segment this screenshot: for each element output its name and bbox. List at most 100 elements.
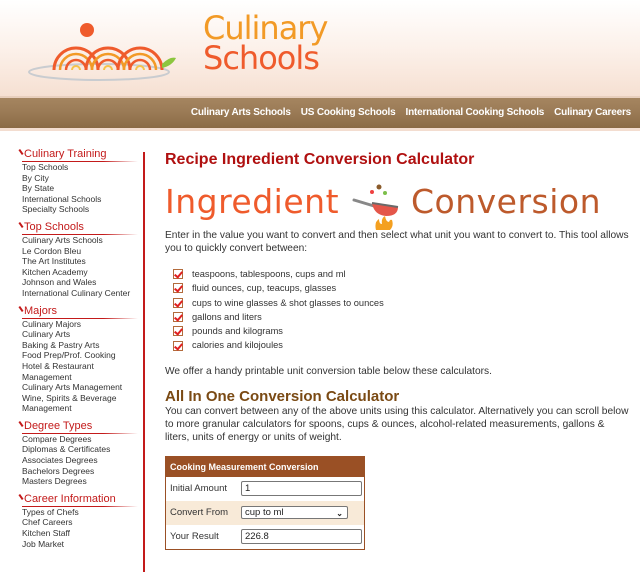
- sidebar-item[interactable]: Bachelors Degrees: [20, 466, 145, 477]
- convert-from-row: Convert From cup to ml ⌄: [166, 500, 364, 525]
- checkbox-icon: [173, 297, 183, 308]
- list-item: cups to wine glasses & shot glasses to o…: [173, 296, 630, 310]
- list-item-text: pounds and kilograms: [192, 326, 283, 337]
- sidebar-heading[interactable]: Top Schools: [20, 221, 145, 235]
- nav-link-international-cooking-schools[interactable]: International Cooking Schools: [406, 107, 545, 118]
- sidebar-item[interactable]: Culinary Arts: [20, 329, 145, 340]
- convert-from-label: Convert From: [170, 507, 229, 519]
- nav-link-us-cooking-schools[interactable]: US Cooking Schools: [301, 107, 396, 118]
- page-title: Recipe Ingredient Conversion Calculator: [165, 151, 475, 168]
- convert-from-select[interactable]: cup to ml ⌄: [241, 506, 348, 520]
- sidebar-item[interactable]: Baking & Pastry Arts: [20, 340, 145, 351]
- offer-suffix: below these calculators.: [380, 365, 492, 377]
- section-description: You can convert between any of the above…: [165, 405, 630, 444]
- sidebar-item[interactable]: Le Cordon Bleu: [20, 246, 145, 257]
- sidebar-item[interactable]: Associates Degrees: [20, 455, 145, 466]
- sidebar-heading[interactable]: Majors: [20, 305, 145, 319]
- sidebar-heading-label: Degree Types: [24, 419, 93, 432]
- sidebar-item[interactable]: Wine, Spirits & Beverage Management: [20, 393, 145, 414]
- checkbox-icon: [173, 326, 183, 337]
- sidebar-item[interactable]: Kitchen Staff: [20, 528, 145, 539]
- energy-link[interactable]: units of energy: [192, 432, 259, 443]
- list-item-text: fluid ounces, cup, teacups, glasses: [192, 283, 337, 294]
- sidebar-item[interactable]: Johnson and Wales: [20, 277, 145, 288]
- sidebar-item[interactable]: Kitchen Academy: [20, 267, 145, 278]
- list-item-text: cups to wine glasses & shot glasses to o…: [192, 297, 384, 308]
- sidebar-item[interactable]: Compare Degrees: [20, 434, 145, 445]
- weight-link[interactable]: units of weight: [274, 432, 339, 443]
- sidebar-item[interactable]: Chef Careers: [20, 517, 145, 528]
- printable-table-link[interactable]: printable unit conversion table: [245, 366, 380, 377]
- result-input[interactable]: [241, 529, 362, 545]
- list-item-text: calories and kilojoules: [192, 340, 283, 351]
- sidebar-item[interactable]: International Schools: [20, 194, 145, 205]
- list-item: calories and kilojoules: [173, 338, 630, 352]
- sidebar-heading[interactable]: Degree Types: [20, 420, 145, 434]
- nav-link-culinary-careers[interactable]: Culinary Careers: [554, 107, 631, 118]
- offer-text: We offer a handy printable unit conversi…: [165, 365, 630, 378]
- sidebar-item[interactable]: Food Prep/Prof. Cooking: [20, 350, 145, 361]
- sidebar-item[interactable]: Types of Chefs: [20, 507, 145, 518]
- sidebar-item[interactable]: Diplomas & Certificates: [20, 444, 145, 455]
- sidebar-section-degree-types: Degree Types Compare Degrees Diplomas & …: [20, 420, 145, 487]
- logo-text[interactable]: Culinary Schools: [203, 12, 328, 77]
- checkbox-icon: [173, 283, 183, 294]
- sidebar: Culinary Training Top Schools By City By…: [20, 148, 145, 555]
- list-item: pounds and kilograms: [173, 324, 630, 338]
- frying-pan-icon: [352, 184, 399, 230]
- result-row: Your Result: [166, 525, 364, 549]
- sidebar-item[interactable]: Job Market: [20, 539, 145, 550]
- sidebar-item[interactable]: Culinary Majors: [20, 319, 145, 330]
- offer-prefix: We offer a handy: [165, 365, 246, 377]
- sidebar-item[interactable]: Hotel & Restaurant Management: [20, 361, 145, 382]
- sidebar-section-majors: Majors Culinary Majors Culinary Arts Bak…: [20, 305, 145, 414]
- sidebar-item[interactable]: Specialty Schools: [20, 204, 145, 215]
- sidebar-section-career-information: Career Information Types of Chefs Chef C…: [20, 493, 145, 549]
- sidebar-item[interactable]: The Art Institutes: [20, 256, 145, 267]
- list-item: fluid ounces, cup, teacups, glasses: [173, 281, 630, 295]
- result-label: Your Result: [170, 531, 219, 543]
- sidebar-heading[interactable]: Career Information: [20, 493, 145, 507]
- sidebar-item[interactable]: By City: [20, 173, 145, 184]
- sidebar-item[interactable]: International Culinary Center: [20, 288, 145, 299]
- sidebar-section-top-schools: Top Schools Culinary Arts Schools Le Cor…: [20, 221, 145, 299]
- list-item-text: teaspoons, tablespoons, cups and ml: [192, 269, 346, 279]
- sidebar-heading[interactable]: Culinary Training: [20, 148, 145, 162]
- calculator-title: Cooking Measurement Conversion: [166, 456, 364, 477]
- spoons-cups-link[interactable]: spoons, cups & ounces: [309, 419, 414, 430]
- initial-amount-row: Initial Amount: [166, 477, 364, 501]
- initial-amount-label: Initial Amount: [170, 483, 228, 495]
- desc-end: .: [338, 431, 342, 443]
- nav-link-culinary-arts-schools[interactable]: Culinary Arts Schools: [191, 107, 291, 118]
- banner-word-2: Conversion: [411, 182, 602, 221]
- alcohol-link[interactable]: alcohol-related measurements: [420, 419, 557, 430]
- logo-line-2: Schools: [203, 39, 320, 77]
- conversion-types-list: teaspoons, tablespoons, cups and ml flui…: [165, 267, 630, 353]
- sidebar-item[interactable]: By State: [20, 183, 145, 194]
- banner-word-1: Ingredient: [165, 182, 340, 221]
- logo-pasta-icon[interactable]: [24, 12, 202, 82]
- main-content: Recipe Ingredient Conversion Calculator …: [165, 150, 630, 550]
- checkbox-icon: [173, 269, 183, 280]
- sidebar-item[interactable]: Masters Degrees: [20, 476, 145, 487]
- nav-links: Culinary Arts Schools US Cooking Schools…: [191, 107, 631, 118]
- main-nav: Culinary Arts Schools US Cooking Schools…: [0, 96, 640, 131]
- sidebar-heading-label: Top Schools: [24, 220, 84, 233]
- sidebar-section-culinary-training: Culinary Training Top Schools By City By…: [20, 148, 145, 215]
- checkbox-icon: [173, 312, 183, 323]
- list-item: gallons and liters: [173, 310, 630, 324]
- checkbox-icon: [173, 340, 183, 351]
- section-title: All In One Conversion Calculator: [165, 387, 400, 405]
- sidebar-item[interactable]: Top Schools: [20, 162, 145, 173]
- cooking-conversion-calculator: Cooking Measurement Conversion Initial A…: [165, 455, 365, 550]
- convert-from-value: cup to ml: [245, 507, 284, 519]
- desc-sep: or: [259, 431, 274, 443]
- chevron-down-icon: ⌄: [336, 509, 343, 519]
- sidebar-heading-label: Majors: [24, 304, 58, 317]
- list-item: teaspoons, tablespoons, cups and ml: [173, 267, 630, 281]
- sidebar-item[interactable]: Culinary Arts Schools: [20, 235, 145, 246]
- initial-amount-input[interactable]: [241, 481, 362, 497]
- site-header: Culinary Schools .ORG: [0, 0, 640, 96]
- sidebar-item[interactable]: Culinary Arts Management: [20, 382, 145, 393]
- sidebar-heading-label: Career Information: [24, 492, 116, 505]
